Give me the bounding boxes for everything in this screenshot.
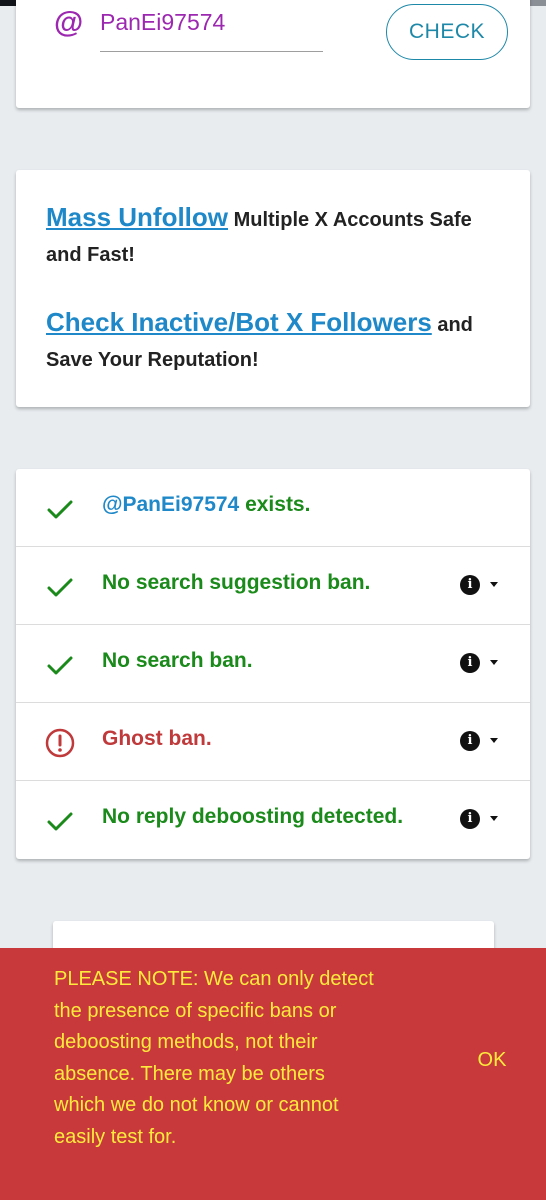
info-icon: i bbox=[460, 653, 480, 673]
inactive-followers-link[interactable]: Check Inactive/Bot X Followers bbox=[46, 307, 432, 337]
result-row-reply-deboosting[interactable]: No reply deboosting detected. i bbox=[16, 781, 530, 859]
result-text: Ghost ban. bbox=[102, 727, 212, 750]
info-icon: i bbox=[460, 731, 480, 751]
result-text: No search ban. bbox=[102, 649, 253, 672]
result-text: @PanEi97574 exists. bbox=[102, 493, 311, 516]
notice-text: PLEASE NOTE: We can only detect the pres… bbox=[54, 968, 374, 1148]
caret-down-icon bbox=[490, 660, 498, 665]
result-text: No search suggestion ban. bbox=[102, 571, 371, 594]
check-icon bbox=[47, 500, 73, 519]
username-input[interactable] bbox=[100, 4, 323, 52]
caret-down-icon bbox=[490, 816, 498, 821]
result-row-exists: @PanEi97574 exists. bbox=[16, 469, 530, 547]
check-icon bbox=[47, 812, 73, 831]
caret-down-icon bbox=[490, 582, 498, 587]
check-button[interactable]: CHECK bbox=[386, 4, 508, 60]
info-icon: i bbox=[460, 809, 480, 829]
result-row-search-ban[interactable]: No search ban. i bbox=[16, 625, 530, 703]
result-username: @PanEi97574 bbox=[102, 493, 240, 516]
check-icon bbox=[47, 578, 73, 597]
promo-card: Mass Unfollow Multiple X Accounts Safe a… bbox=[16, 170, 530, 407]
result-row-ghost-ban[interactable]: Ghost ban. i bbox=[16, 703, 530, 781]
alert-circle-icon bbox=[45, 728, 75, 758]
result-row-search-suggestion-ban[interactable]: No search suggestion ban. i bbox=[16, 547, 530, 625]
at-sign-icon: @ bbox=[54, 6, 84, 39]
notice-ok-button[interactable]: OK bbox=[462, 1040, 522, 1080]
notice-banner: PLEASE NOTE: We can only detect the pres… bbox=[0, 948, 546, 1200]
promo-inactive-followers: Check Inactive/Bot X Followers and Save … bbox=[46, 305, 496, 378]
ban-results-list: @PanEi97574 exists. No search suggestion… bbox=[16, 469, 530, 859]
info-dropdown-toggle[interactable]: i bbox=[460, 731, 506, 753]
promo-mass-unfollow: Mass Unfollow Multiple X Accounts Safe a… bbox=[46, 200, 496, 273]
mass-unfollow-link[interactable]: Mass Unfollow bbox=[46, 202, 228, 232]
info-dropdown-toggle[interactable]: i bbox=[460, 653, 506, 675]
info-dropdown-toggle[interactable]: i bbox=[460, 809, 506, 831]
check-icon bbox=[47, 656, 73, 675]
result-text: No reply deboosting detected. bbox=[102, 805, 404, 828]
info-icon: i bbox=[460, 575, 480, 595]
username-search-card: @ CHECK bbox=[16, 0, 530, 108]
caret-down-icon bbox=[490, 738, 498, 743]
info-dropdown-toggle[interactable]: i bbox=[460, 575, 506, 597]
